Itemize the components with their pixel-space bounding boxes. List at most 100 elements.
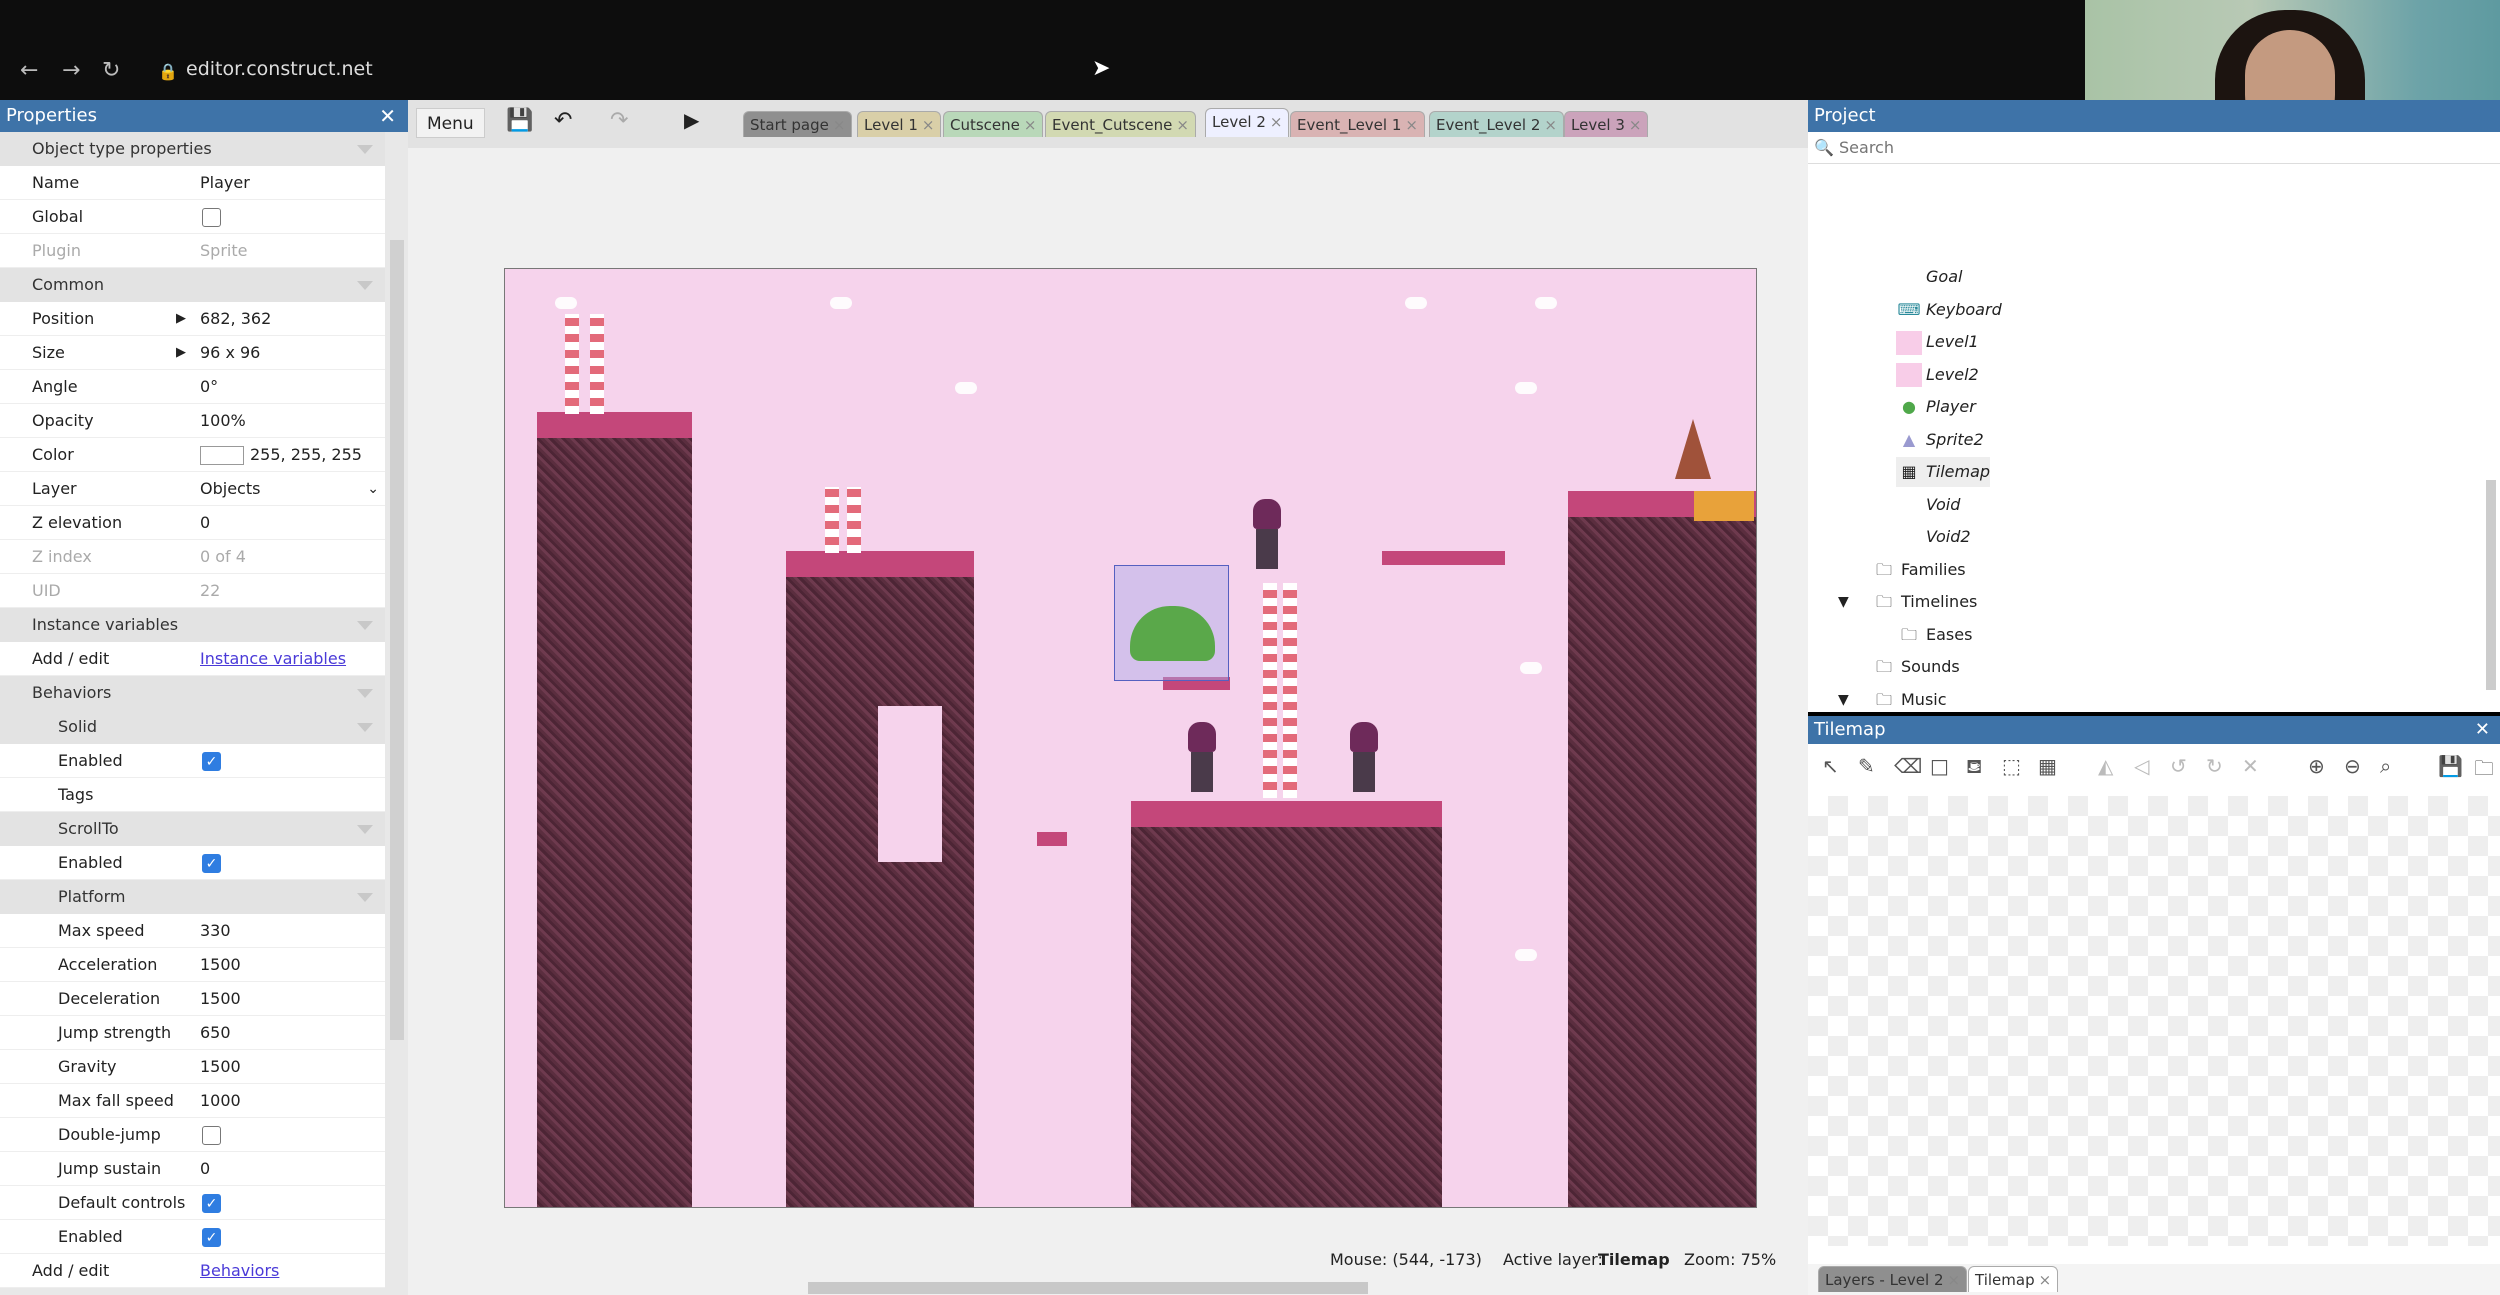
tab-level-3[interactable]: Level 3 × [1564, 111, 1649, 137]
player-sprite-selected[interactable] [1114, 565, 1229, 681]
selection-icon[interactable]: ⬚ [2002, 754, 2021, 778]
close-icon[interactable]: × [1948, 1271, 1961, 1289]
tab-event-level-2[interactable]: Event_Level 2 × [1429, 111, 1564, 137]
zoom-out-icon[interactable]: ⊖ [2344, 754, 2361, 778]
collapse-triangle-icon[interactable] [357, 145, 373, 154]
close-icon[interactable]: × [1544, 116, 1557, 134]
tab-event-level-1[interactable]: Event_Level 1 × [1290, 111, 1425, 137]
collapse-triangle-icon[interactable] [357, 281, 373, 290]
zoom-level[interactable]: Zoom: 75% [1684, 1240, 1776, 1280]
tileset-area[interactable] [1808, 796, 2500, 1246]
chevron-down-icon[interactable]: ⌄ [367, 472, 379, 506]
property-value[interactable]: 682, 362 [200, 302, 271, 336]
property-value[interactable]: 255, 255, 255 [250, 438, 362, 472]
property-value[interactable]: Objects [200, 472, 260, 506]
close-icon[interactable]: ✕ [379, 100, 396, 132]
tree-item[interactable]: 🗀 Timelines [1871, 587, 1977, 617]
tree-item[interactable]: 🗀 Music [1871, 685, 1947, 715]
zoom-in-icon[interactable]: ⊕ [2308, 754, 2325, 778]
rotate-cw-icon[interactable]: ↻ [2206, 754, 2223, 778]
tree-item[interactable]: ▲ Sprite2 [1896, 425, 1984, 455]
tile-pattern-icon[interactable]: ▦ [2038, 754, 2057, 778]
close-icon[interactable]: × [1024, 116, 1037, 134]
property-value[interactable]: 1500 [200, 1050, 241, 1084]
checkbox[interactable]: ✓ [202, 752, 221, 771]
enemy-sprite[interactable] [1250, 499, 1284, 569]
tree-item[interactable]: ⌨ Keyboard [1896, 295, 2001, 325]
bottom-tab[interactable]: Tilemap × [1968, 1266, 2059, 1292]
property-value[interactable]: Player [200, 166, 250, 200]
property-value[interactable]: 100% [200, 404, 246, 438]
horizontal-scrollbar[interactable] [808, 1282, 1368, 1294]
close-icon[interactable]: ✕ [2475, 716, 2490, 744]
tree-item[interactable]: 🗀 Eases [1896, 620, 1972, 650]
back-icon[interactable]: ← [20, 58, 38, 83]
color-swatch[interactable] [200, 446, 244, 465]
checkbox[interactable]: ✓ [202, 854, 221, 873]
mirror-icon[interactable]: ◭ [2098, 754, 2113, 778]
tree-item[interactable]: ● Player [1896, 392, 1976, 422]
property-value[interactable]: 1000 [200, 1084, 241, 1118]
save-icon[interactable]: 💾 [2438, 754, 2463, 778]
collapse-triangle-icon[interactable] [357, 621, 373, 630]
tab-cutscene[interactable]: Cutscene × [943, 111, 1044, 137]
collapse-triangle-icon[interactable] [357, 893, 373, 902]
property-section[interactable]: Platform [0, 880, 385, 914]
property-value[interactable]: 96 x 96 [200, 336, 260, 370]
tab-start-page[interactable]: Start page × [743, 111, 853, 137]
layout-canvas[interactable] [504, 268, 1757, 1208]
tree-item[interactable]: Void2 [1896, 522, 1971, 552]
tab-event-cutscene[interactable]: Event_Cutscene × [1045, 111, 1196, 137]
expand-arrow-icon[interactable]: ▶ [176, 302, 186, 336]
forward-icon[interactable]: → [62, 58, 80, 83]
properties-scrollbar[interactable] [390, 240, 404, 1040]
collapse-triangle-icon[interactable] [357, 723, 373, 732]
property-value[interactable]: 1500 [200, 982, 241, 1016]
property-section[interactable]: Object type properties [0, 132, 385, 166]
reset-icon[interactable]: ✕ [2242, 754, 2259, 778]
close-icon[interactable]: × [1270, 113, 1283, 131]
tree-item[interactable]: ▦ Tilemap [1896, 457, 1991, 487]
checkbox[interactable]: ✓ [202, 1228, 221, 1247]
tab-level-1[interactable]: Level 1 × [857, 111, 942, 137]
property-value[interactable]: 650 [200, 1016, 231, 1050]
collapse-triangle-icon[interactable] [357, 689, 373, 698]
property-link[interactable]: Behaviors [200, 1254, 279, 1288]
pointer-icon[interactable]: ↖ [1822, 754, 1839, 778]
enemy-sprite[interactable] [1185, 722, 1219, 792]
expand-triangle-icon[interactable]: ▼ [1838, 685, 1849, 715]
eraser-icon[interactable]: ⌫ [1894, 754, 1922, 778]
tree-item[interactable]: 🗀 Sounds [1871, 652, 1960, 682]
property-value[interactable]: 0 [200, 506, 210, 540]
tree-item[interactable]: 🗀 Families [1871, 555, 1966, 585]
enemy-sprite[interactable] [1347, 722, 1381, 792]
tab-level-2[interactable]: Level 2 × [1205, 108, 1290, 137]
close-icon[interactable]: × [1405, 116, 1418, 134]
close-icon[interactable]: × [833, 116, 846, 134]
reload-icon[interactable]: ↻ [102, 58, 120, 83]
close-icon[interactable]: × [2039, 1271, 2052, 1289]
property-section[interactable]: Behaviors [0, 676, 385, 710]
property-section[interactable]: ScrollTo [0, 812, 385, 846]
fill-icon[interactable]: ⛾ [1966, 754, 1982, 781]
zoom-reset-icon[interactable]: ⌕ [2380, 754, 2391, 778]
close-icon[interactable]: × [1629, 116, 1642, 134]
rectangle-icon[interactable]: □ [1930, 754, 1949, 778]
property-section[interactable]: Instance variables [0, 608, 385, 642]
tree-item[interactable]: Level1 [1896, 327, 1979, 357]
property-value[interactable]: 0° [200, 370, 218, 404]
close-icon[interactable]: × [1176, 116, 1189, 134]
open-icon[interactable]: 🗀 [2474, 754, 2494, 788]
property-value[interactable]: 0 [200, 1152, 210, 1186]
expand-triangle-icon[interactable]: ▼ [1838, 587, 1849, 617]
property-link[interactable]: Instance variables [200, 642, 346, 676]
bottom-tab[interactable]: Layers - Level 2 × [1818, 1266, 1968, 1292]
checkbox[interactable] [202, 1126, 221, 1145]
address-bar[interactable]: editor.construct.net [186, 58, 373, 80]
project-scrollbar[interactable] [2486, 480, 2496, 690]
property-section[interactable]: Common [0, 268, 385, 302]
pencil-icon[interactable]: ✎ [1858, 754, 1875, 778]
expand-arrow-icon[interactable]: ▶ [176, 336, 186, 370]
rotate-ccw-icon[interactable]: ↺ [2170, 754, 2187, 778]
property-value[interactable]: 1500 [200, 948, 241, 982]
